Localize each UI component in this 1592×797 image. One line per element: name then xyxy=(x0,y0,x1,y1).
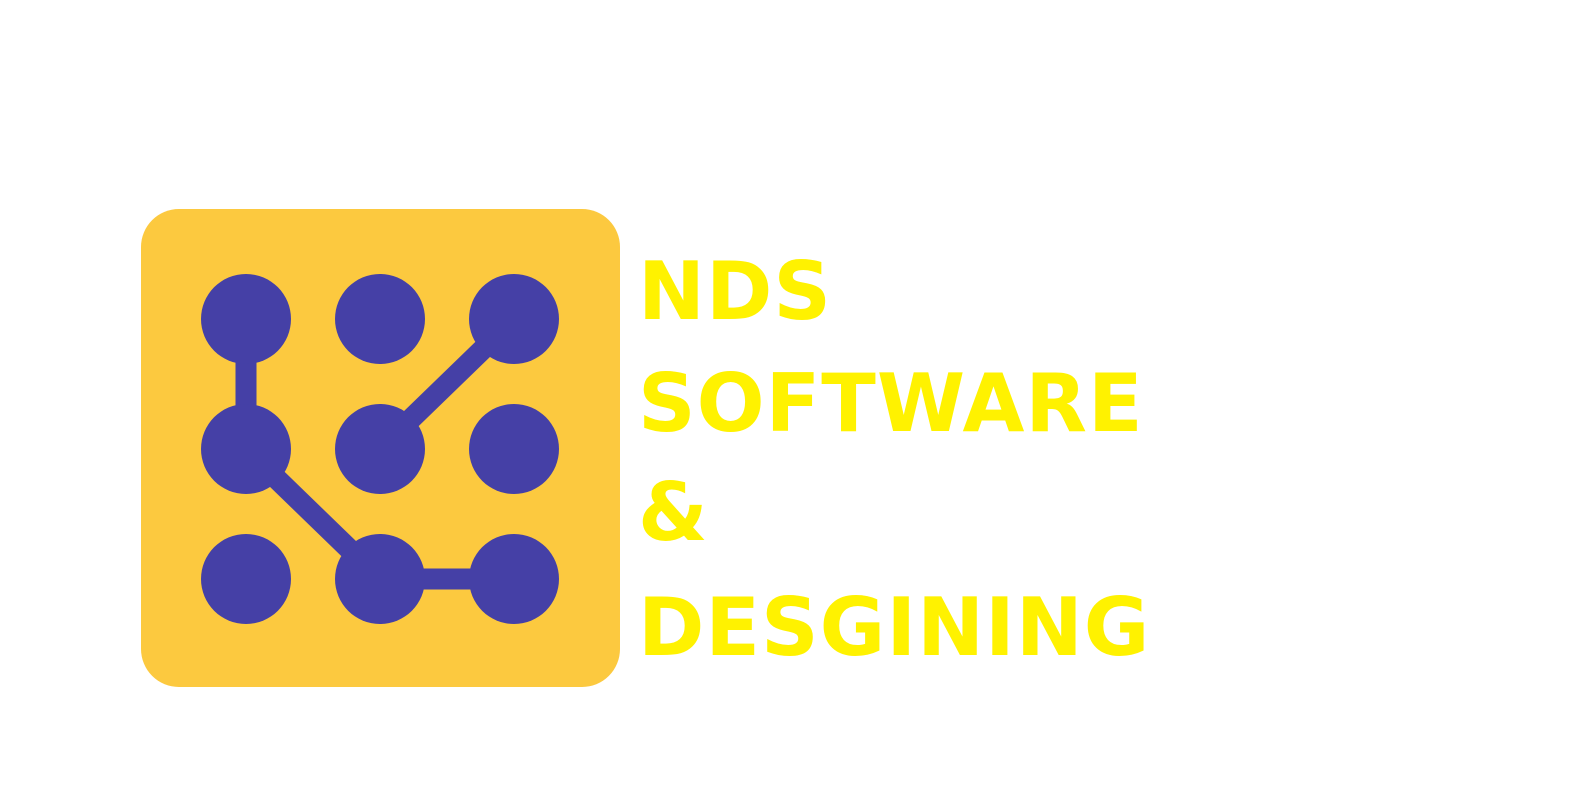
network-grid-logo-icon xyxy=(141,209,620,687)
dot-grid xyxy=(201,274,559,624)
dot xyxy=(335,404,425,494)
dot xyxy=(469,404,559,494)
dot xyxy=(469,274,559,364)
company-name-line-nds: NDS xyxy=(638,245,832,338)
dot xyxy=(469,534,559,624)
company-name-line-software: SOFTWARE xyxy=(638,357,1144,450)
dot xyxy=(201,534,291,624)
dot xyxy=(335,274,425,364)
dot xyxy=(201,404,291,494)
company-name-line-ampersand: & xyxy=(638,466,709,559)
logo-page: { "logo": { "mark_icon": "nine-dot-netwo… xyxy=(0,0,1592,797)
dot xyxy=(335,534,425,624)
company-name-line-desgining: DESGINING xyxy=(638,581,1151,674)
dot xyxy=(201,274,291,364)
